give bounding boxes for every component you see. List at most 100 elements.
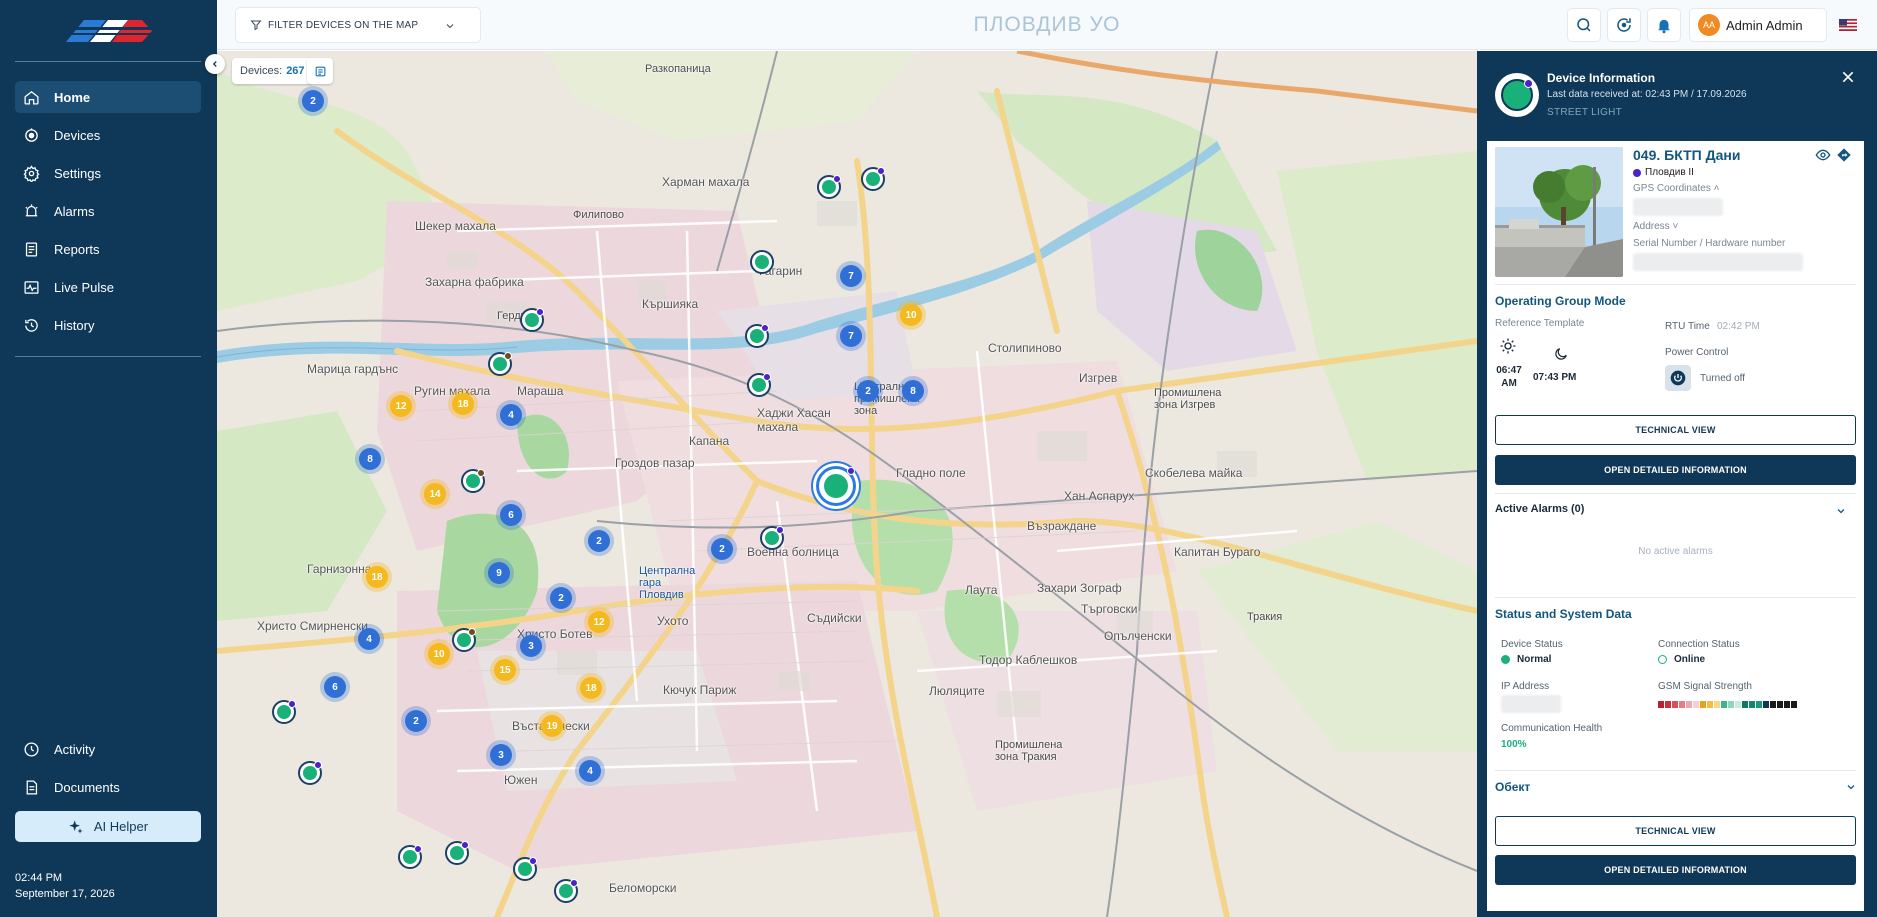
device-pin[interactable] [272, 700, 296, 724]
device-pin[interactable] [513, 857, 537, 881]
technical-view-button-2[interactable]: TECHNICAL VIEW [1495, 816, 1856, 846]
device-photo[interactable] [1495, 147, 1623, 277]
sidebar-item-label: Documents [54, 779, 120, 795]
sidebar-item-devices[interactable]: Devices [15, 119, 201, 151]
sidebar-item-label: Home [54, 89, 91, 105]
us-flag-icon[interactable] [1839, 19, 1857, 31]
status-dot [833, 175, 841, 183]
sidebar-item-history[interactable]: History [15, 309, 201, 341]
selected-device-pin[interactable] [816, 466, 856, 506]
device-cluster[interactable]: 18 [580, 677, 602, 699]
device-pin[interactable] [298, 761, 322, 785]
notifications-button[interactable] [1647, 8, 1681, 42]
ai-helper-button[interactable]: AI Helper [15, 811, 201, 842]
device-pin[interactable] [520, 308, 544, 332]
device-cluster[interactable]: 2 [711, 538, 733, 560]
sidebar-item-documents[interactable]: Documents [15, 771, 201, 803]
device-cluster[interactable]: 8 [359, 448, 381, 470]
device-pin[interactable] [445, 841, 469, 865]
device-cluster[interactable]: 2 [302, 90, 324, 112]
chevron-down-icon[interactable] [1845, 781, 1857, 793]
directions-icon[interactable] [1836, 147, 1852, 163]
active-alarms-toggle[interactable]: Active Alarms (0) [1495, 503, 1584, 515]
map-label: Тракия [1247, 611, 1283, 623]
device-cluster[interactable]: 8 [902, 380, 924, 402]
gps-coordinates-toggle[interactable]: GPS Coordinates ˄ [1633, 183, 1719, 194]
sidebar-item-reports[interactable]: Reports [15, 233, 201, 265]
device-cluster[interactable]: 2 [405, 710, 427, 732]
device-cluster[interactable]: 18 [366, 566, 388, 588]
device-pin[interactable] [745, 324, 769, 348]
device-cluster[interactable]: 7 [840, 325, 862, 347]
rtu-time-label: RTU Time [1665, 321, 1710, 332]
divider [1495, 493, 1856, 494]
device-cluster[interactable]: 2 [588, 530, 610, 552]
sidebar-item-home[interactable]: Home [15, 81, 201, 113]
device-list-button[interactable] [307, 58, 333, 84]
map-label: Шекер махала [415, 219, 496, 233]
bell-icon [1658, 19, 1670, 34]
object-section-toggle[interactable]: Обект [1495, 780, 1530, 794]
device-status-label: Device Status [1501, 639, 1563, 650]
open-detailed-info-button[interactable]: OPEN DETAILED INFORMATION [1495, 455, 1856, 485]
device-pin[interactable] [488, 352, 512, 376]
device-pin[interactable] [817, 175, 841, 199]
device-cluster[interactable]: 9 [488, 562, 510, 584]
devices-count: 267 [286, 65, 305, 77]
pulse-icon [24, 280, 39, 294]
device-cluster[interactable]: 4 [358, 628, 380, 650]
user-menu[interactable]: AA Admin Admin [1689, 8, 1827, 42]
device-pin[interactable] [398, 845, 422, 869]
power-toggle-button[interactable] [1665, 365, 1691, 391]
address-toggle[interactable]: Address ˅ [1633, 221, 1678, 232]
sidebar-item-activity[interactable]: Activity [15, 733, 201, 765]
device-pin[interactable] [750, 250, 774, 274]
device-cluster[interactable]: 4 [579, 760, 601, 782]
device-pin[interactable] [760, 526, 784, 550]
device-cluster[interactable]: 12 [390, 395, 412, 417]
map-label: Гладно поле [896, 466, 966, 480]
map-view[interactable]: Devices: 267 Разкопаница Филипово Харман… [217, 51, 1477, 917]
map-label: Търговски [1081, 602, 1138, 616]
history-icon [25, 318, 38, 332]
map-label: Захарна фабрика [425, 275, 524, 289]
device-cluster[interactable]: 15 [494, 659, 516, 681]
sidebar-item-settings[interactable]: Settings [15, 157, 201, 189]
device-cluster[interactable]: 10 [428, 643, 450, 665]
device-cluster[interactable]: 7 [840, 265, 862, 287]
device-cluster[interactable]: 3 [520, 635, 542, 657]
device-cluster[interactable]: 6 [324, 676, 346, 698]
device-cluster[interactable]: 2 [857, 380, 879, 402]
device-pin[interactable] [452, 628, 476, 652]
sidebar-item-live-pulse[interactable]: Live Pulse [15, 271, 201, 303]
eye-icon[interactable] [1815, 147, 1831, 163]
search-button[interactable] [1567, 8, 1601, 42]
device-cluster[interactable]: 4 [500, 404, 522, 426]
map-label: Капана [689, 434, 730, 448]
devices-label: Devices: [240, 65, 283, 77]
refresh-button[interactable] [1607, 8, 1641, 42]
device-cluster[interactable]: 10 [900, 304, 922, 326]
device-pin[interactable] [461, 469, 485, 493]
chevron-down-icon[interactable] [1835, 505, 1847, 517]
device-pin[interactable] [747, 373, 771, 397]
device-pin[interactable] [554, 879, 578, 903]
device-cluster[interactable]: 18 [452, 393, 474, 415]
map-label: Филипово [573, 209, 624, 221]
status-dot [461, 841, 469, 849]
device-cluster[interactable]: 6 [500, 504, 522, 526]
gps-value-redacted [1633, 198, 1723, 216]
close-icon[interactable] [1840, 69, 1856, 85]
street-light-icon [1495, 73, 1539, 117]
device-cluster[interactable]: 19 [541, 715, 563, 737]
sidebar-item-alarms[interactable]: Alarms [15, 195, 201, 227]
device-cluster[interactable]: 12 [588, 611, 610, 633]
device-pin[interactable] [861, 167, 885, 191]
technical-view-button[interactable]: TECHNICAL VIEW [1495, 415, 1856, 445]
device-cluster[interactable]: 2 [550, 587, 572, 609]
collapse-sidebar-button[interactable] [205, 54, 225, 74]
open-detailed-info-button-2[interactable]: OPEN DETAILED INFORMATION [1495, 855, 1856, 885]
sidebar-item-label: Settings [54, 165, 101, 181]
device-cluster[interactable]: 14 [424, 483, 446, 505]
device-cluster[interactable]: 3 [490, 744, 512, 766]
